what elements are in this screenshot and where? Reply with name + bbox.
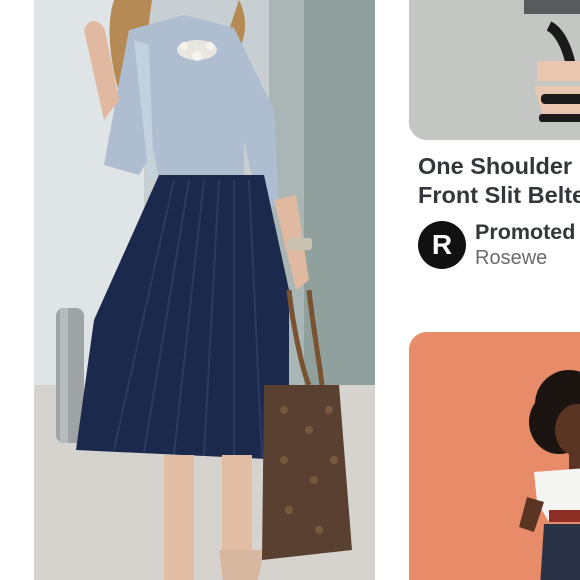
pin-image-white-shirt-outfit[interactable]	[409, 332, 580, 580]
advertiser-name[interactable]: Rosewe	[475, 247, 547, 270]
pin-title-line-2: Front Slit Belte	[418, 182, 580, 208]
sandal-photo-illustration	[409, 0, 580, 140]
pin-title[interactable]: One Shoulder Front Slit Belte	[418, 152, 580, 210]
promoted-label: Promoted	[475, 220, 576, 244]
pin-title-line-1: One Shoulder	[418, 153, 573, 179]
outfit-photo-illustration	[34, 0, 375, 580]
pin-feed: One Shoulder Front Slit Belte R Promoted…	[0, 0, 580, 580]
promoted-by-row[interactable]: R Promoted Rosewe	[418, 220, 580, 272]
white-shirt-photo-illustration	[409, 332, 580, 580]
pin-image-pleated-skirt-outfit[interactable]	[34, 0, 375, 580]
advertiser-avatar[interactable]: R	[418, 221, 466, 269]
pin-image-black-sandal[interactable]	[409, 0, 580, 140]
